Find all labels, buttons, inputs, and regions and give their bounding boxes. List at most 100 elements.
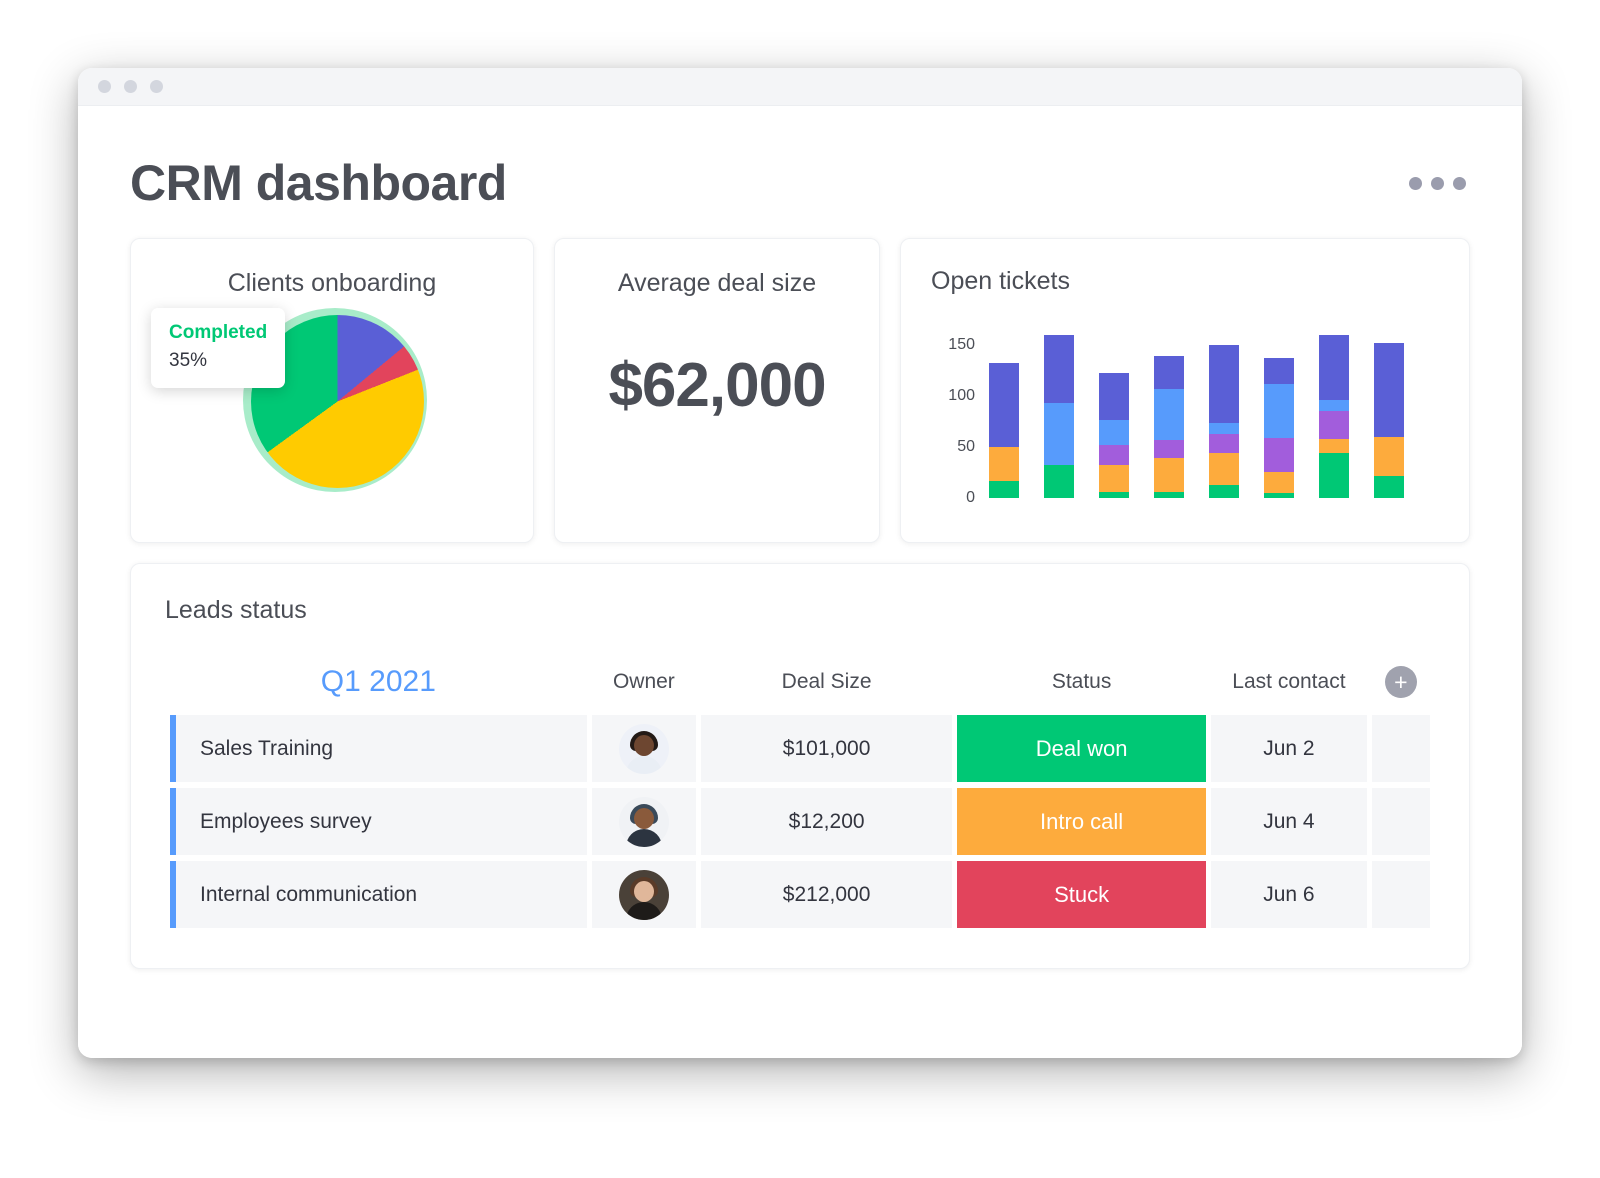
row-extra-cell[interactable] xyxy=(1371,788,1430,855)
bar-7-segment-green xyxy=(1319,453,1349,498)
window-dot-maximize[interactable] xyxy=(150,80,163,93)
table-row[interactable]: Employees survey $12,200 Intro call Jun 4 xyxy=(170,788,1430,855)
bar-7-segment-orange xyxy=(1319,439,1349,454)
bar-2-segment-light-blue xyxy=(1044,403,1074,466)
bar-6-segment-indigo xyxy=(1264,357,1294,385)
bar-2[interactable] xyxy=(1044,335,1074,498)
status-badge[interactable]: Deal won xyxy=(957,715,1207,782)
row-owner[interactable] xyxy=(591,788,697,855)
pie-chart-clients-onboarding: Completed 35% xyxy=(131,298,533,513)
bar-8-segment-green xyxy=(1374,475,1404,498)
avatar-face xyxy=(633,734,654,756)
header-owner[interactable]: Owner xyxy=(592,665,696,709)
bar-7-segment-light-blue xyxy=(1319,400,1349,411)
window-content: CRM dashboard Clients onboarding Complet… xyxy=(78,106,1522,1058)
bar-2-segment-indigo xyxy=(1044,335,1074,404)
row-owner[interactable] xyxy=(591,715,697,782)
header-last-contact[interactable]: Last contact xyxy=(1211,665,1367,709)
add-column-cell: + xyxy=(1372,665,1430,709)
y-tick-0: 0 xyxy=(966,489,975,506)
header-deal-size[interactable]: Deal Size xyxy=(701,665,952,709)
bar-1[interactable] xyxy=(989,362,1019,498)
avatar-body xyxy=(625,828,662,847)
bar-3-segment-purple xyxy=(1099,445,1129,466)
row-last-contact[interactable]: Jun 4 xyxy=(1211,788,1367,855)
browser-window: CRM dashboard Clients onboarding Complet… xyxy=(78,68,1522,1058)
table-row[interactable]: Sales Training $101,000 Deal won Jun 2 xyxy=(170,715,1430,782)
bar-3[interactable] xyxy=(1099,372,1129,498)
avatar xyxy=(618,723,669,774)
bar-1-segment-indigo xyxy=(989,362,1019,448)
bar-chart-plot-area xyxy=(989,320,1453,498)
y-tick-50: 50 xyxy=(957,438,975,456)
status-badge[interactable]: Intro call xyxy=(957,788,1207,855)
row-deal-size[interactable]: $101,000 xyxy=(701,715,953,782)
bar-7-segment-purple xyxy=(1319,410,1349,440)
y-tick-150: 150 xyxy=(948,336,975,354)
leads-table-body: Sales Training $101,000 Deal won Jun 2 Emplo… xyxy=(170,715,1430,928)
bar-1-segment-orange xyxy=(989,447,1019,481)
card-open-tickets: Open tickets 0 50 100 150 xyxy=(900,238,1470,543)
card-title-average-deal-size: Average deal size xyxy=(617,269,817,297)
window-dot-close[interactable] xyxy=(98,80,111,93)
kebab-menu-icon[interactable] xyxy=(1405,169,1470,198)
row-extra-cell[interactable] xyxy=(1371,715,1430,782)
bar-8-segment-orange xyxy=(1374,436,1404,476)
header-status[interactable]: Status xyxy=(957,665,1206,709)
status-badge[interactable]: Stuck xyxy=(957,861,1207,928)
page-header: CRM dashboard xyxy=(130,106,1470,238)
panel-leads-status: Leads status Q1 2021 Owner Deal Size Sta… xyxy=(130,563,1470,969)
pie-tooltip-label: Completed xyxy=(169,322,268,343)
summary-cards-row: Clients onboarding Completed 35% Average… xyxy=(130,238,1470,543)
table-row[interactable]: Internal communication $212,000 Stuck Jun 6 xyxy=(170,861,1430,928)
row-name[interactable]: Employees survey xyxy=(170,788,587,855)
kebab-dot-1 xyxy=(1409,176,1422,190)
row-owner[interactable] xyxy=(591,861,697,928)
bar-7[interactable] xyxy=(1319,335,1349,498)
leads-table: Q1 2021 Owner Deal Size Status Last cont… xyxy=(165,659,1435,934)
bar-3-segment-indigo xyxy=(1099,372,1129,420)
average-deal-size-value: $62,000 xyxy=(608,351,826,420)
panel-title-leads-status: Leads status xyxy=(165,596,307,624)
bar-6-segment-orange xyxy=(1264,471,1294,493)
card-title-open-tickets: Open tickets xyxy=(931,267,1070,295)
bar-4-segment-orange xyxy=(1154,458,1184,492)
bar-4-segment-green xyxy=(1154,491,1184,498)
card-average-deal-size: Average deal size $62,000 xyxy=(554,238,880,543)
window-dot-minimize[interactable] xyxy=(124,80,137,93)
pie-tooltip-value: 35% xyxy=(169,349,208,371)
bar-chart-y-axis: 0 50 100 150 xyxy=(927,320,975,506)
leads-table-header-row: Q1 2021 Owner Deal Size Status Last cont… xyxy=(170,665,1430,709)
avatar-face xyxy=(633,880,654,902)
window-titlebar xyxy=(78,68,1522,106)
bar-3-segment-orange xyxy=(1099,465,1129,492)
bar-5-segment-light-blue xyxy=(1209,422,1239,434)
avatar xyxy=(618,796,669,847)
row-deal-size[interactable]: $212,000 xyxy=(701,861,953,928)
bar-6-segment-green xyxy=(1264,492,1294,498)
avatar xyxy=(618,869,669,920)
avatar-body xyxy=(625,901,662,920)
bar-2-segment-green xyxy=(1044,465,1074,498)
pie-tooltip: Completed 35% xyxy=(151,308,286,388)
bar-5-segment-indigo xyxy=(1209,345,1239,423)
kebab-dot-2 xyxy=(1431,176,1444,190)
bar-1-segment-green xyxy=(989,480,1019,498)
row-deal-size[interactable]: $12,200 xyxy=(701,788,953,855)
row-name[interactable]: Internal communication xyxy=(170,861,587,928)
avatar-face xyxy=(633,807,654,829)
row-extra-cell[interactable] xyxy=(1371,861,1430,928)
leads-group-title[interactable]: Q1 2021 xyxy=(170,665,587,709)
y-tick-100: 100 xyxy=(948,387,975,405)
bar-5[interactable] xyxy=(1209,345,1239,498)
bar-8[interactable] xyxy=(1374,343,1404,498)
bar-4[interactable] xyxy=(1154,355,1184,498)
row-last-contact[interactable]: Jun 2 xyxy=(1211,715,1367,782)
row-name[interactable]: Sales Training xyxy=(170,715,587,782)
bar-6[interactable] xyxy=(1264,357,1294,498)
bar-6-segment-purple xyxy=(1264,438,1294,472)
card-clients-onboarding: Clients onboarding Completed 35% xyxy=(130,238,534,543)
bar-chart-open-tickets: 0 50 100 150 xyxy=(901,320,1469,535)
add-column-button[interactable]: + xyxy=(1384,666,1417,698)
row-last-contact[interactable]: Jun 6 xyxy=(1211,861,1367,928)
